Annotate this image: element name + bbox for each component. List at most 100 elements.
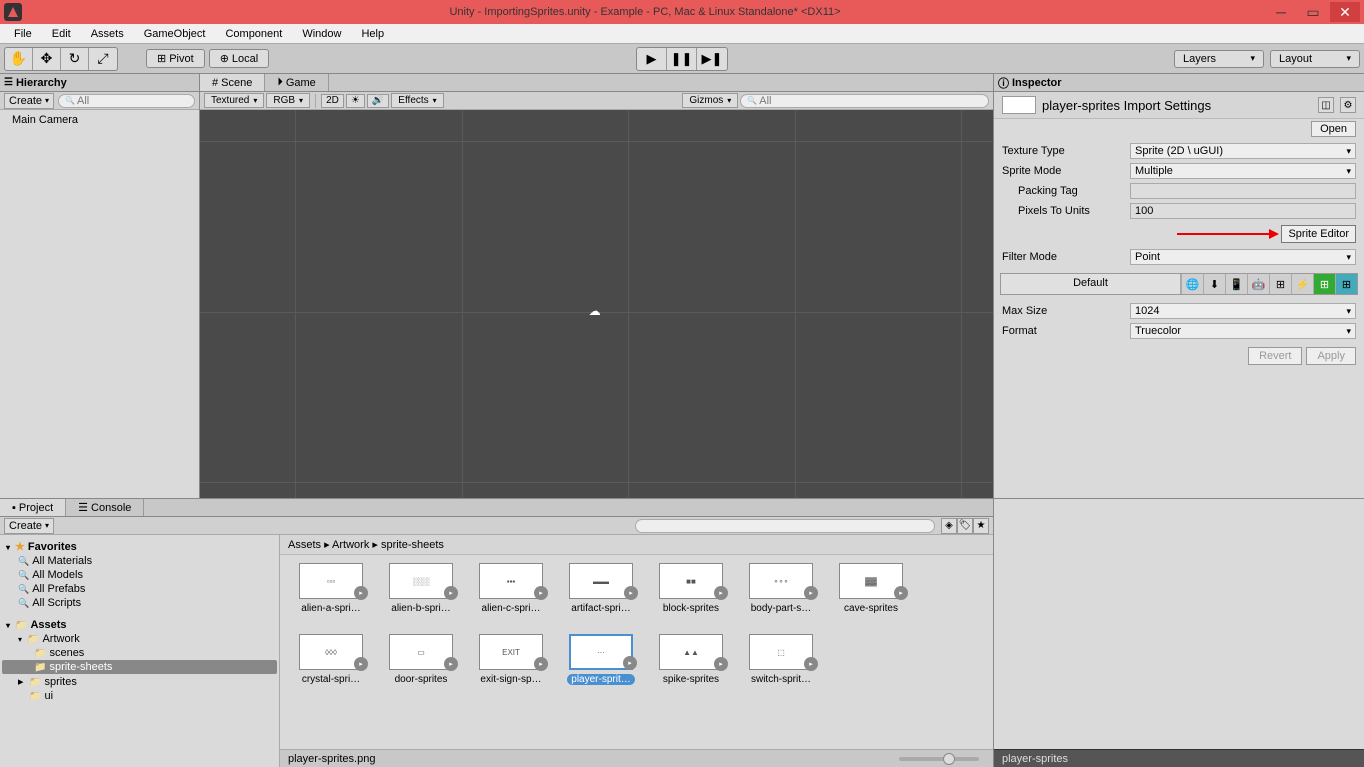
menu-gameobject[interactable]: GameObject xyxy=(134,26,216,42)
tree-scenes[interactable]: scenes xyxy=(2,646,277,660)
local-toggle[interactable]: ⊕ Local xyxy=(209,49,270,68)
sprite-item[interactable]: ░░░▸alien-b-spri… xyxy=(386,563,456,614)
sprite-item[interactable]: ■■▸block-sprites xyxy=(656,563,726,614)
sprite-thumbnail[interactable]: ▓▓▸ xyxy=(839,563,903,599)
search-by-label-icon[interactable]: 🏷 xyxy=(957,518,973,534)
scale-tool[interactable]: ⤢ xyxy=(89,48,117,70)
expand-icon[interactable]: ▸ xyxy=(444,657,458,671)
expand-icon[interactable]: ▸ xyxy=(623,656,637,670)
expand-icon[interactable]: ▸ xyxy=(534,657,548,671)
sprite-thumbnail[interactable]: ∘∘∘▸ xyxy=(749,563,813,599)
2d-toggle[interactable]: 2D xyxy=(321,94,344,108)
platform-flash-icon[interactable]: ⚡ xyxy=(1291,274,1313,294)
play-button[interactable]: ▶ xyxy=(637,48,667,70)
menu-assets[interactable]: Assets xyxy=(81,26,134,42)
hierarchy-item[interactable]: Main Camera xyxy=(4,112,195,128)
save-search-icon[interactable]: ★ xyxy=(973,518,989,534)
tab-scene[interactable]: # Scene xyxy=(200,74,265,91)
assets-header[interactable]: Assets xyxy=(2,618,277,632)
tab-console[interactable]: ☰ Console xyxy=(66,499,144,516)
hand-tool[interactable]: ✋ xyxy=(5,48,33,70)
favorites-header[interactable]: Favorites xyxy=(2,539,277,554)
minimize-button[interactable]: ─ xyxy=(1266,2,1296,22)
sprite-mode-dropdown[interactable]: Multiple xyxy=(1130,163,1356,179)
tree-artwork[interactable]: Artwork xyxy=(2,632,277,646)
platform-default[interactable]: Default xyxy=(1001,274,1181,294)
sprite-editor-button[interactable]: Sprite Editor xyxy=(1281,225,1356,243)
fav-all-materials[interactable]: All Materials xyxy=(2,554,277,568)
expand-icon[interactable]: ▸ xyxy=(444,586,458,600)
tab-project[interactable]: ▪ Project xyxy=(0,499,66,516)
sprite-thumbnail[interactable]: ▪▪▪▸ xyxy=(479,563,543,599)
sprite-thumbnail[interactable]: ▭▸ xyxy=(389,634,453,670)
tree-sprite-sheets[interactable]: sprite-sheets xyxy=(2,660,277,674)
fav-all-models[interactable]: All Models xyxy=(2,568,277,582)
texture-type-dropdown[interactable]: Sprite (2D \ uGUI) xyxy=(1130,143,1356,159)
menu-file[interactable]: File xyxy=(4,26,42,42)
maximize-button[interactable]: ▭ xyxy=(1298,2,1328,22)
menu-edit[interactable]: Edit xyxy=(42,26,81,42)
move-tool[interactable]: ✥ xyxy=(33,48,61,70)
search-by-type-icon[interactable]: ◈ xyxy=(941,518,957,534)
sprite-thumbnail[interactable]: ░░░▸ xyxy=(389,563,453,599)
project-create[interactable]: Create xyxy=(4,518,54,534)
max-size-dropdown[interactable]: 1024 xyxy=(1130,303,1356,319)
hierarchy-search[interactable]: All xyxy=(58,94,195,108)
sprite-item[interactable]: ∘∘∘▸body-part-s… xyxy=(746,563,816,614)
thumbnail-size-slider[interactable] xyxy=(899,757,979,761)
expand-icon[interactable]: ▸ xyxy=(804,657,818,671)
expand-icon[interactable]: ▸ xyxy=(354,586,368,600)
menu-window[interactable]: Window xyxy=(292,26,351,42)
hierarchy-header[interactable]: ☰Hierarchy xyxy=(0,74,199,92)
fav-all-prefabs[interactable]: All Prefabs xyxy=(2,582,277,596)
platform-wp8-icon[interactable]: ⊞ xyxy=(1335,274,1357,294)
expand-icon[interactable]: ▸ xyxy=(534,586,548,600)
rgb-dropdown[interactable]: RGB xyxy=(266,93,310,108)
rotate-tool[interactable]: ↻ xyxy=(61,48,89,70)
scene-viewport[interactable]: ☁ xyxy=(200,110,993,498)
packing-tag-input[interactable] xyxy=(1130,183,1356,199)
close-button[interactable]: ✕ xyxy=(1330,2,1360,22)
tree-sprites[interactable]: ▸sprites xyxy=(2,674,277,689)
sprite-thumbnail[interactable]: ⬚▸ xyxy=(749,634,813,670)
sprite-thumbnail[interactable]: ···▸ xyxy=(569,634,633,670)
help-icon[interactable]: ◫ xyxy=(1318,97,1334,113)
breadcrumb[interactable]: Assets ▸ Artwork ▸ sprite-sheets xyxy=(280,535,993,555)
step-button[interactable]: ▶❚ xyxy=(697,48,727,70)
sprite-item[interactable]: ◊◊◊▸crystal-spri… xyxy=(296,634,366,685)
expand-icon[interactable]: ▸ xyxy=(804,586,818,600)
pause-button[interactable]: ❚❚ xyxy=(667,48,697,70)
menu-component[interactable]: Component xyxy=(215,26,292,42)
shading-dropdown[interactable]: Textured xyxy=(204,93,264,108)
platform-android-icon[interactable]: 🤖 xyxy=(1247,274,1269,294)
sprite-item[interactable]: ⬚▸switch-sprit… xyxy=(746,634,816,685)
fav-all-scripts[interactable]: All Scripts xyxy=(2,596,277,610)
sprite-item[interactable]: ▲▲▸spike-sprites xyxy=(656,634,726,685)
platform-blackberry-icon[interactable]: ⊞ xyxy=(1269,274,1291,294)
gear-icon[interactable]: ⚙ xyxy=(1340,97,1356,113)
effects-dropdown[interactable]: Effects xyxy=(391,93,443,108)
pivot-toggle[interactable]: ⊞ Pivot xyxy=(146,49,205,68)
audio-toggle[interactable]: 🔊 xyxy=(367,94,389,108)
layers-dropdown[interactable]: Layers xyxy=(1174,50,1264,68)
sprite-item[interactable]: ▓▓▸cave-sprites xyxy=(836,563,906,614)
filter-mode-dropdown[interactable]: Point xyxy=(1130,249,1356,265)
layout-dropdown[interactable]: Layout xyxy=(1270,50,1360,68)
scene-sprite[interactable]: ☁ xyxy=(589,304,601,318)
platform-standalone-icon[interactable]: ⬇ xyxy=(1203,274,1225,294)
revert-button[interactable]: Revert xyxy=(1248,347,1302,365)
sprite-item[interactable]: ▪▪▪▸alien-c-spri… xyxy=(476,563,546,614)
open-button[interactable]: Open xyxy=(1311,121,1356,137)
platform-ios-icon[interactable]: 📱 xyxy=(1225,274,1247,294)
platform-web-icon[interactable]: 🌐 xyxy=(1181,274,1203,294)
platform-winstore-icon[interactable]: ⊞ xyxy=(1313,274,1335,294)
hierarchy-create[interactable]: Create xyxy=(4,93,54,109)
tree-ui[interactable]: ui xyxy=(2,689,277,703)
expand-icon[interactable]: ▸ xyxy=(714,586,728,600)
inspector-header[interactable]: Inspector xyxy=(994,74,1364,92)
scene-search[interactable]: All xyxy=(740,94,989,108)
sprite-thumbnail[interactable]: ▬▬▸ xyxy=(569,563,633,599)
project-search[interactable] xyxy=(635,519,935,533)
pixels-to-units-input[interactable]: 100 xyxy=(1130,203,1356,219)
expand-icon[interactable]: ▸ xyxy=(714,657,728,671)
